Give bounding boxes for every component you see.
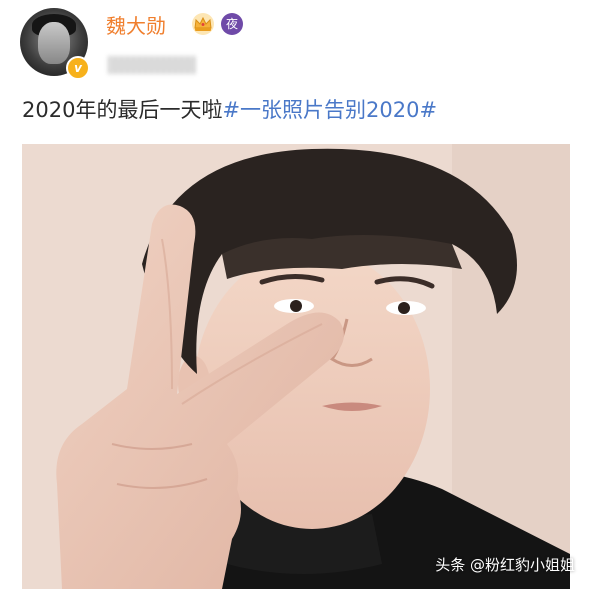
post-text: 2020年的最后一天啦#一张照片告别2020#	[22, 94, 437, 124]
username[interactable]: 魏大勋	[106, 10, 166, 39]
verified-badge-icon: v	[66, 56, 90, 80]
avatar-face	[38, 22, 70, 64]
hashtag-link[interactable]: #一张照片告别2020#	[222, 98, 437, 122]
weibo-post: v 魏大勋 夜 2020年的最后一天啦#一张照片告别2020# 头条 @粉红豹小…	[0, 0, 589, 589]
post-photo[interactable]	[22, 144, 570, 589]
selfie-illustration	[22, 144, 570, 589]
watermark: 头条 @粉红豹小姐姐	[435, 556, 575, 574]
night-badge-icon: 夜	[221, 13, 243, 35]
post-text-plain: 2020年的最后一天啦	[22, 98, 223, 122]
crown-icon	[192, 13, 214, 35]
blurred-timestamp	[108, 56, 196, 74]
